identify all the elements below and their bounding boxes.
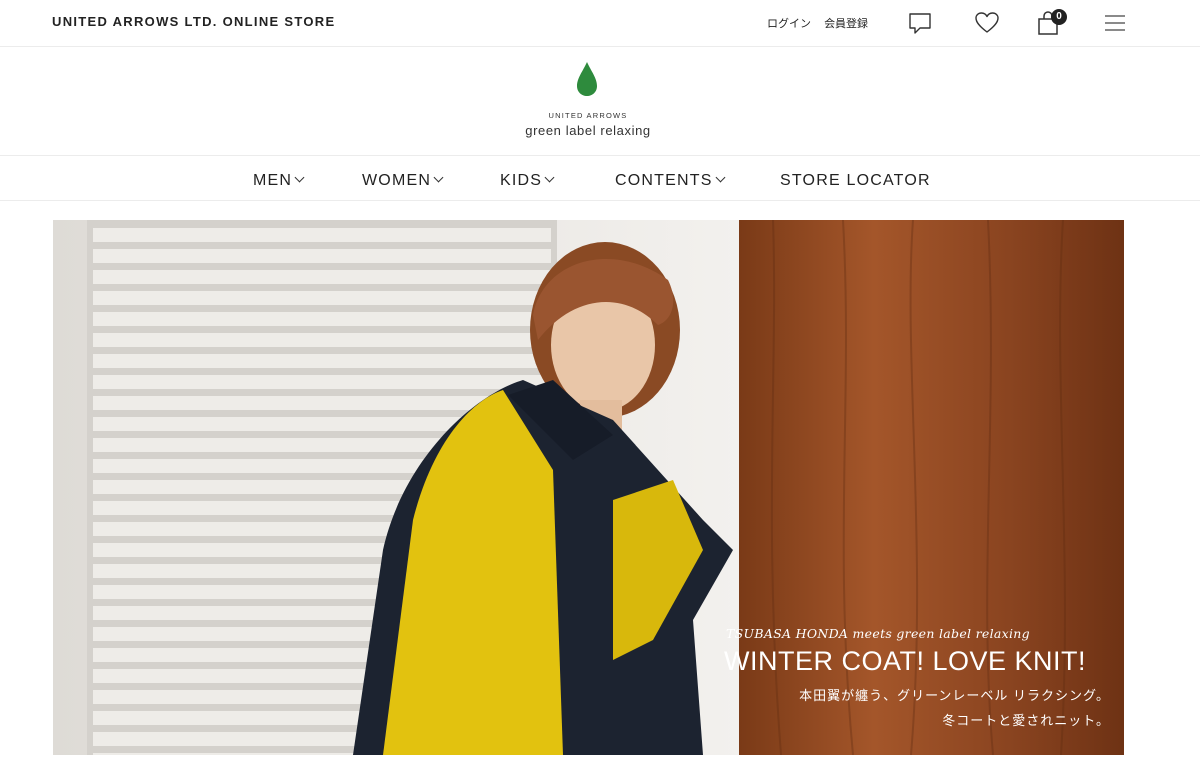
nav-item-men[interactable]: MEN <box>253 172 305 190</box>
cart-count-badge: 0 <box>1051 9 1067 25</box>
hero-subtitle: TSUBASA HONDA meets green label relaxing <box>726 626 1030 641</box>
top-bar: UNITED ARROWS LTD. ONLINE STORE ログイン 会員登… <box>0 0 1200 47</box>
main-nav: MEN WOMEN KIDS CONTENTS STORE LOCATOR <box>0 156 1200 201</box>
nav-item-store-locator[interactable]: STORE LOCATOR <box>780 172 931 190</box>
nav-item-label: KIDS <box>500 172 543 189</box>
nav-item-kids[interactable]: KIDS <box>500 172 555 190</box>
auth-links: ログイン 会員登録 <box>767 15 878 31</box>
nav-item-label: CONTENTS <box>615 172 713 189</box>
chat-icon[interactable] <box>907 10 933 36</box>
menu-icon[interactable] <box>1102 10 1128 36</box>
nav-item-label: WOMEN <box>362 172 432 189</box>
hero-title: WINTER COAT! LOVE KNIT! <box>724 646 1087 676</box>
hero-caption-line1: 本田翼が纏う、グリーンレーベル リラクシング。 <box>799 688 1110 703</box>
register-link[interactable]: 会員登録 <box>824 18 868 30</box>
nav-item-label: STORE LOCATOR <box>780 172 931 189</box>
leaf-drop-logo-icon[interactable] <box>576 61 598 97</box>
store-name[interactable]: UNITED ARROWS LTD. ONLINE STORE <box>52 14 335 29</box>
brand-logo-band: UNITED ARROWS green label relaxing <box>0 47 1200 156</box>
brand-logo-name[interactable]: green label relaxing <box>0 123 1176 138</box>
chevron-down-icon <box>294 172 305 183</box>
hero-caption-line2: 冬コートと愛されニット。 <box>942 713 1110 728</box>
hero-banner[interactable]: TSUBASA HONDA meets green label relaxing… <box>53 220 1124 755</box>
nav-item-label: MEN <box>253 172 293 189</box>
chevron-down-icon <box>715 172 726 183</box>
chevron-down-icon <box>433 172 444 183</box>
nav-item-women[interactable]: WOMEN <box>362 172 444 190</box>
chevron-down-icon <box>544 172 555 183</box>
nav-item-contents[interactable]: CONTENTS <box>615 172 726 190</box>
heart-icon[interactable] <box>974 10 1000 36</box>
brand-logo-top: UNITED ARROWS <box>548 111 628 120</box>
login-link[interactable]: ログイン <box>767 18 811 30</box>
